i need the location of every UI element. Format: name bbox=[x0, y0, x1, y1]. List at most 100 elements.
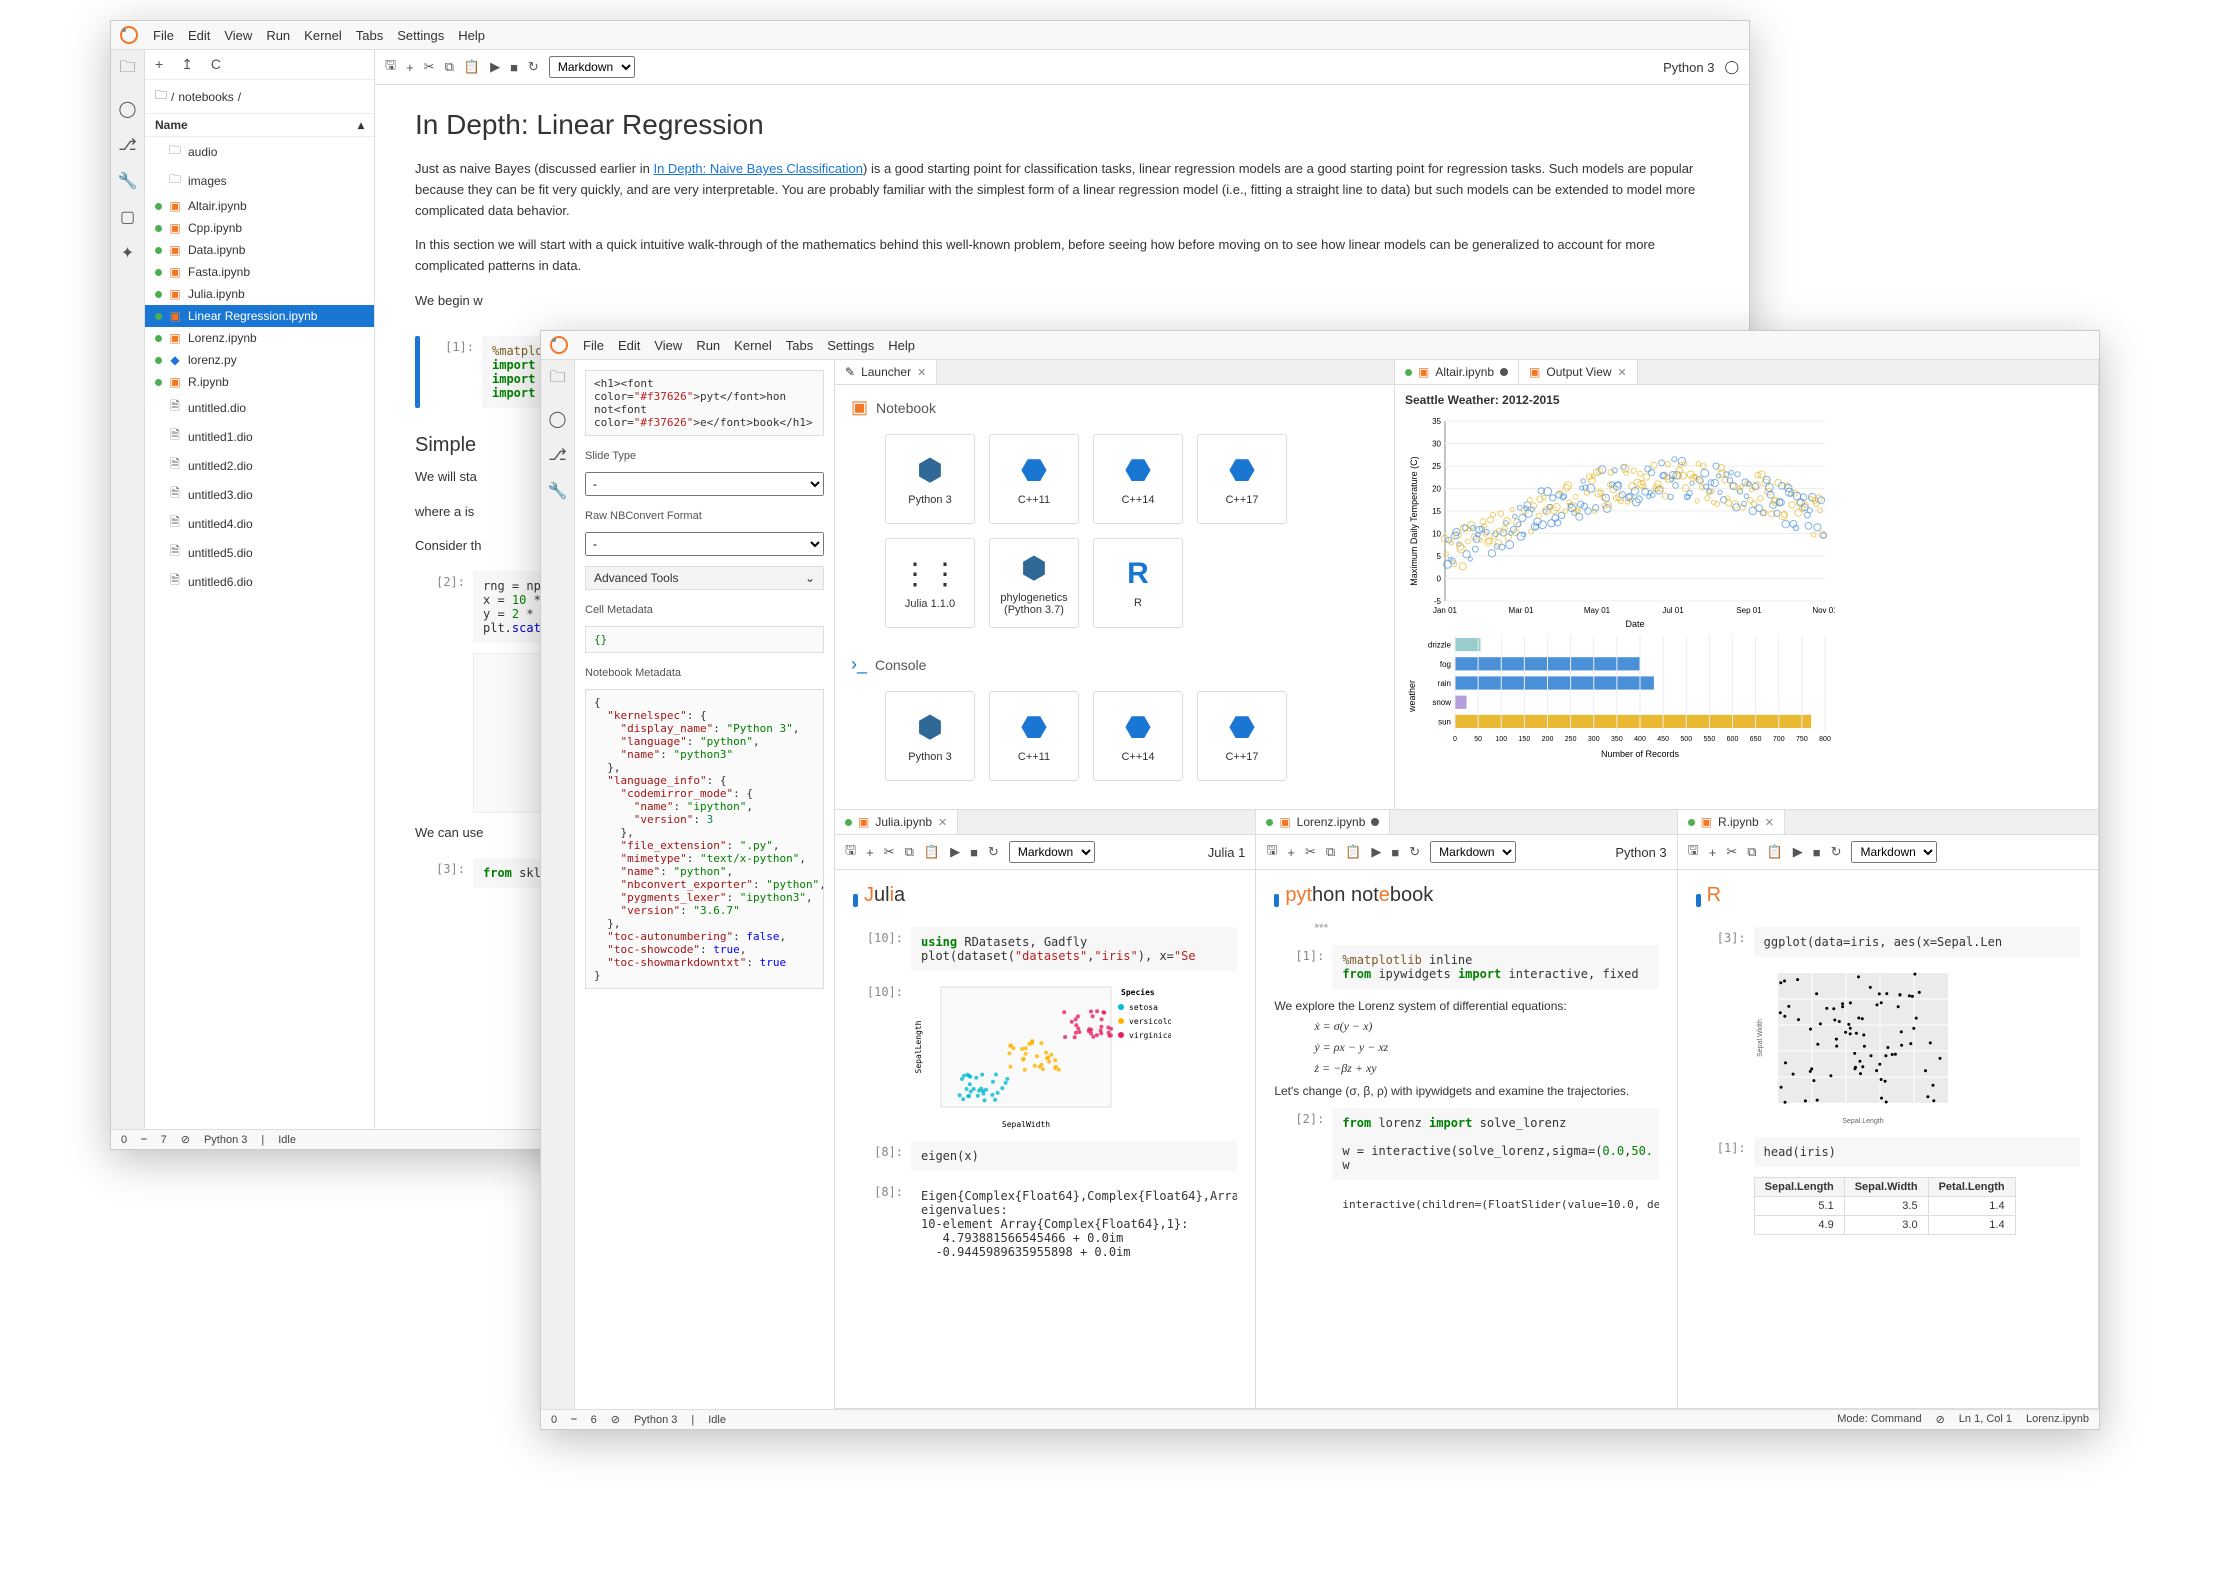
menu-edit[interactable]: Edit bbox=[188, 28, 210, 43]
paste-icon[interactable]: 📋 bbox=[924, 844, 940, 860]
kernel-name[interactable]: Julia 1 bbox=[1208, 845, 1246, 860]
output-view-tab[interactable]: ▣Output View✕ bbox=[1519, 360, 1638, 384]
code-cell[interactable]: using RDatasets, Gadflyplot(dataset("dat… bbox=[911, 927, 1237, 971]
copy-icon[interactable]: ⧉ bbox=[445, 59, 454, 75]
launcher-card[interactable]: RR bbox=[1093, 538, 1183, 628]
file-item[interactable]: 🗀audio bbox=[145, 137, 374, 166]
add-cell-icon[interactable]: + bbox=[406, 60, 414, 75]
lorenz-tab[interactable]: ▣Lorenz.ipynb bbox=[1256, 810, 1390, 834]
add-cell-icon[interactable]: + bbox=[1287, 845, 1295, 860]
save-icon[interactable]: 🖫 bbox=[385, 56, 396, 78]
file-item[interactable]: ▣Fasta.ipynb bbox=[145, 261, 374, 283]
launcher-card[interactable]: ⬢Python 3 bbox=[885, 434, 975, 524]
stop-icon[interactable]: ■ bbox=[1391, 845, 1399, 860]
file-item[interactable]: 🗎untitled1.dio bbox=[145, 422, 374, 451]
paste-icon[interactable]: 📋 bbox=[1345, 844, 1361, 860]
run-icon[interactable]: ▶ bbox=[1371, 844, 1381, 860]
file-item[interactable]: ▣Julia.ipynb bbox=[145, 283, 374, 305]
menu-view[interactable]: View bbox=[224, 28, 252, 43]
file-item[interactable]: 🗎untitled2.dio bbox=[145, 451, 374, 480]
folder-icon[interactable]: 🗀 bbox=[119, 56, 135, 83]
slide-type-select[interactable]: - bbox=[585, 472, 824, 496]
restart-icon[interactable]: ↻ bbox=[1831, 844, 1842, 860]
breadcrumb[interactable]: 🗀 / notebooks / bbox=[145, 80, 374, 114]
notebook-metadata-box[interactable]: { "kernelspec": { "display_name": "Pytho… bbox=[585, 689, 824, 989]
cut-icon[interactable]: ✂ bbox=[1305, 844, 1316, 860]
code-cell[interactable]: %matplotlib inlinefrom ipywidgets import… bbox=[1332, 945, 1658, 989]
altair-tab[interactable]: ▣Altair.ipynb bbox=[1395, 360, 1519, 384]
launcher-card[interactable]: ⋮⋮Julia 1.1.0 bbox=[885, 538, 975, 628]
running-icon[interactable]: ◯ bbox=[119, 99, 137, 119]
launcher-card[interactable]: ⬣C++11 bbox=[989, 434, 1079, 524]
add-cell-icon[interactable]: + bbox=[866, 845, 874, 860]
menu-run[interactable]: Run bbox=[266, 28, 290, 43]
kernel-name[interactable]: Python 3 bbox=[1663, 60, 1714, 75]
copy-icon[interactable]: ⧉ bbox=[1326, 844, 1335, 860]
restart-icon[interactable]: ↻ bbox=[988, 844, 999, 860]
menu-file[interactable]: File bbox=[153, 28, 174, 43]
launcher-card[interactable]: ⬣C++14 bbox=[1093, 691, 1183, 781]
cell-type-select[interactable]: Markdown bbox=[1430, 841, 1516, 863]
menu-settings[interactable]: Settings bbox=[397, 28, 444, 43]
close-icon[interactable]: ✕ bbox=[1765, 816, 1774, 829]
save-icon[interactable]: 🖫 bbox=[1266, 841, 1277, 863]
launcher-card[interactable]: ⬣C++17 bbox=[1197, 691, 1287, 781]
refresh-button[interactable]: C bbox=[211, 56, 221, 73]
menu-settings[interactable]: Settings bbox=[827, 338, 874, 353]
run-icon[interactable]: ▶ bbox=[490, 59, 500, 75]
menu-view[interactable]: View bbox=[654, 338, 682, 353]
save-icon[interactable]: 🖫 bbox=[1688, 841, 1699, 863]
code-cell[interactable]: ggplot(data=iris, aes(x=Sepal.Len bbox=[1754, 927, 2080, 957]
column-header[interactable]: Name▴ bbox=[145, 114, 374, 137]
menu-tabs[interactable]: Tabs bbox=[356, 28, 383, 43]
wrench-icon[interactable]: 🔧 bbox=[548, 481, 568, 501]
nbconvert-format-select[interactable]: - bbox=[585, 532, 824, 556]
menu-run[interactable]: Run bbox=[696, 338, 720, 353]
launcher-card[interactable]: ⬣C++17 bbox=[1197, 434, 1287, 524]
menu-tabs[interactable]: Tabs bbox=[786, 338, 813, 353]
paste-icon[interactable]: 📋 bbox=[464, 59, 480, 75]
file-item[interactable]: 🗎untitled6.dio bbox=[145, 567, 374, 596]
cell-metadata-box[interactable]: {} bbox=[585, 626, 824, 653]
kernel-name[interactable]: Python 3 bbox=[1615, 845, 1666, 860]
file-item[interactable]: 🗎untitled4.dio bbox=[145, 509, 374, 538]
run-icon[interactable]: ▶ bbox=[1793, 844, 1803, 860]
menu-help[interactable]: Help bbox=[458, 28, 485, 43]
folder-icon[interactable]: 🗀 bbox=[549, 366, 565, 393]
restart-icon[interactable]: ↻ bbox=[528, 59, 539, 75]
naive-bayes-link[interactable]: In Depth: Naive Bayes Classification bbox=[653, 161, 863, 176]
close-icon[interactable]: ✕ bbox=[917, 366, 926, 379]
file-item[interactable]: ▣R.ipynb bbox=[145, 371, 374, 393]
commands-icon[interactable]: ▢ bbox=[120, 207, 135, 227]
wrench-icon[interactable]: 🔧 bbox=[118, 171, 138, 191]
git-icon[interactable]: ⎇ bbox=[118, 135, 136, 155]
restart-icon[interactable]: ↻ bbox=[1409, 844, 1420, 860]
copy-icon[interactable]: ⧉ bbox=[905, 844, 914, 860]
new-launcher-button[interactable]: + bbox=[155, 56, 163, 73]
save-icon[interactable]: 🖫 bbox=[845, 841, 856, 863]
menu-edit[interactable]: Edit bbox=[618, 338, 640, 353]
r-tab[interactable]: ▣R.ipynb✕ bbox=[1678, 810, 1785, 834]
menu-help[interactable]: Help bbox=[888, 338, 915, 353]
launcher-card[interactable]: ⬣C++11 bbox=[989, 691, 1079, 781]
stop-icon[interactable]: ■ bbox=[1813, 845, 1821, 860]
close-icon[interactable]: ✕ bbox=[1618, 366, 1627, 379]
file-item[interactable]: 🗀images bbox=[145, 166, 374, 195]
close-icon[interactable]: ✕ bbox=[938, 816, 947, 829]
cell-type-select[interactable]: Markdown bbox=[1009, 841, 1095, 863]
file-item[interactable]: ▣Linear Regression.ipynb bbox=[145, 305, 374, 327]
launcher-card[interactable]: ⬣C++14 bbox=[1093, 434, 1183, 524]
code-cell[interactable]: from lorenz import solve_lorenzw = inter… bbox=[1332, 1108, 1658, 1180]
menu-kernel[interactable]: Kernel bbox=[304, 28, 342, 43]
julia-tab[interactable]: ▣Julia.ipynb✕ bbox=[835, 810, 958, 834]
git-icon[interactable]: ⎇ bbox=[548, 445, 566, 465]
stop-icon[interactable]: ■ bbox=[970, 845, 978, 860]
file-item[interactable]: ▣Altair.ipynb bbox=[145, 195, 374, 217]
file-item[interactable]: 🗎untitled3.dio bbox=[145, 480, 374, 509]
menu-kernel[interactable]: Kernel bbox=[734, 338, 772, 353]
stop-icon[interactable]: ■ bbox=[510, 60, 518, 75]
launcher-card[interactable]: ⬢Python 3 bbox=[885, 691, 975, 781]
code-cell[interactable]: eigen(x) bbox=[911, 1141, 1237, 1171]
cell-type-select[interactable]: Markdown bbox=[549, 56, 635, 78]
cut-icon[interactable]: ✂ bbox=[424, 59, 435, 75]
